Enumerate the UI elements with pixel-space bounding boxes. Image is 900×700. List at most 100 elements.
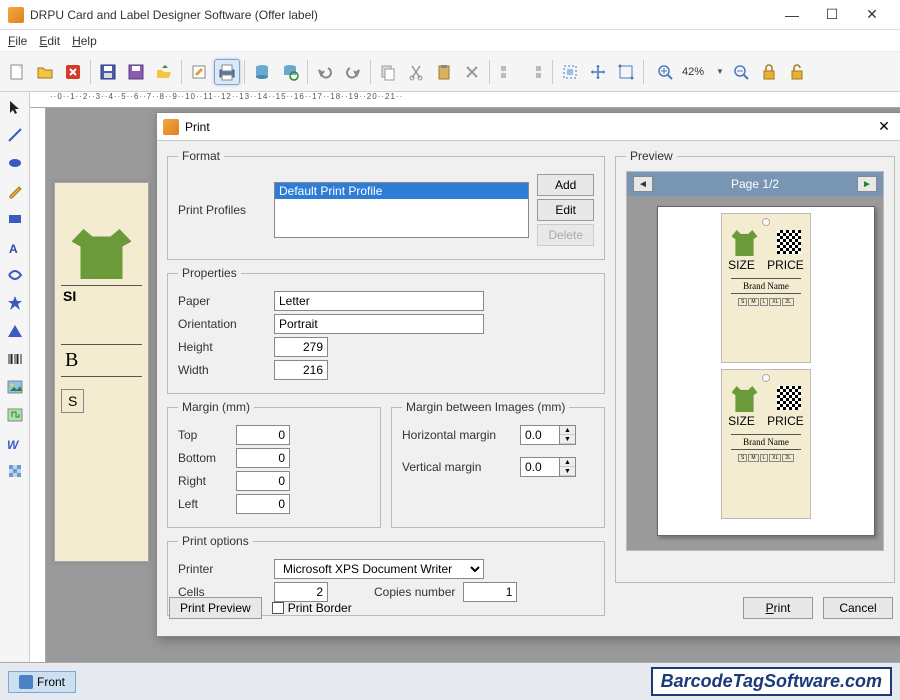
cancel-button[interactable]: Cancel <box>823 597 893 619</box>
menu-edit[interactable]: Edit <box>39 34 60 48</box>
margin-right-input[interactable] <box>236 471 290 491</box>
zoom-dropdown-icon[interactable]: ▼ <box>716 67 724 76</box>
margin-bottom-label: Bottom <box>178 451 228 465</box>
height-input[interactable] <box>274 337 328 357</box>
copies-input[interactable] <box>463 582 517 602</box>
minimize-button[interactable]: — <box>772 1 812 29</box>
open-icon[interactable] <box>32 59 58 85</box>
properties-legend: Properties <box>178 266 241 280</box>
orientation-input[interactable] <box>274 314 484 334</box>
next-page-button[interactable]: ► <box>857 176 877 192</box>
star-tool-icon[interactable] <box>4 292 26 314</box>
margin-left-input[interactable] <box>236 494 290 514</box>
dialog-close-button[interactable]: ✕ <box>869 118 899 135</box>
rectangle-tool-icon[interactable] <box>4 208 26 230</box>
width-input[interactable] <box>274 360 328 380</box>
front-tab[interactable]: Front <box>8 671 76 693</box>
app-icon <box>8 7 24 23</box>
barcode-tool-icon[interactable] <box>4 348 26 370</box>
new-icon[interactable] <box>4 59 30 85</box>
print-options-legend: Print options <box>178 534 253 548</box>
zoom-in-icon[interactable] <box>652 59 678 85</box>
pattern-tool-icon[interactable] <box>4 460 26 482</box>
printer-select[interactable]: Microsoft XPS Document Writer <box>274 559 484 579</box>
database-icon[interactable] <box>249 59 275 85</box>
wordart-tool-icon[interactable]: W <box>4 432 26 454</box>
shirt-graphic <box>72 229 132 279</box>
menu-file[interactable]: File <box>8 34 27 48</box>
select-all-icon[interactable] <box>557 59 583 85</box>
printer-label: Printer <box>178 562 266 576</box>
prev-page-button[interactable]: ◄ <box>633 176 653 192</box>
bottom-bar: Front BarcodeTagSoftware.com <box>0 662 900 700</box>
cut-icon[interactable] <box>403 59 429 85</box>
library-tool-icon[interactable] <box>4 404 26 426</box>
save-icon[interactable] <box>95 59 121 85</box>
print-button[interactable]: Print <box>743 597 813 619</box>
ellipse-tool-icon[interactable] <box>4 152 26 174</box>
edit-icon[interactable] <box>186 59 212 85</box>
pointer-tool-icon[interactable] <box>4 96 26 118</box>
paste-icon[interactable] <box>431 59 457 85</box>
window-title: DRPU Card and Label Designer Software (O… <box>30 8 772 22</box>
move-icon[interactable] <box>585 59 611 85</box>
triangle-tool-icon[interactable] <box>4 320 26 342</box>
format-legend: Format <box>178 149 224 163</box>
orientation-label: Orientation <box>178 317 266 331</box>
arc-tool-icon[interactable] <box>4 264 26 286</box>
preview-group: Preview ◄ Page 1/2 ► <box>615 149 895 583</box>
close-file-icon[interactable] <box>60 59 86 85</box>
lock-icon[interactable] <box>756 59 782 85</box>
brand-watermark: BarcodeTagSoftware.com <box>651 667 892 696</box>
redo-icon[interactable] <box>340 59 366 85</box>
print-preview-button[interactable]: Print Preview <box>169 597 262 619</box>
profiles-listbox[interactable]: Default Print Profile <box>274 182 529 238</box>
preview-tag: SIZEPRICE Brand Name SMLXL2L <box>721 369 811 519</box>
line-tool-icon[interactable] <box>4 124 26 146</box>
canvas-area[interactable]: ··0··1··2··3··4··5··6··7··8··9··10··11··… <box>30 92 900 662</box>
zoom-out-icon[interactable] <box>728 59 754 85</box>
delete-icon[interactable] <box>459 59 485 85</box>
pencil-tool-icon[interactable] <box>4 180 26 202</box>
edit-button[interactable]: Edit <box>537 199 594 221</box>
paper-label: Paper <box>178 294 266 308</box>
align-left-icon[interactable] <box>494 59 520 85</box>
hmargin-label: Horizontal margin <box>402 428 512 442</box>
card-text-brand: B <box>61 344 142 377</box>
side-toolbar: A W <box>0 92 30 662</box>
print-icon[interactable] <box>214 59 240 85</box>
preview-tag: SIZEPRICE Brand Name SMLXL2L <box>721 213 811 363</box>
align-right-icon[interactable] <box>522 59 548 85</box>
margin-top-label: Top <box>178 428 228 442</box>
preview-page: SIZEPRICE Brand Name SMLXL2L SIZEPRICE B… <box>657 206 875 536</box>
cells-input[interactable] <box>274 582 328 602</box>
page-indicator: Page 1/2 <box>731 177 779 191</box>
export-icon[interactable] <box>151 59 177 85</box>
tab-icon <box>19 675 33 689</box>
maximize-button[interactable]: ☐ <box>812 1 852 29</box>
delete-button: Delete <box>537 224 594 246</box>
saveas-icon[interactable] <box>123 59 149 85</box>
margin-top-input[interactable] <box>236 425 290 445</box>
paper-input[interactable] <box>274 291 484 311</box>
copy-icon[interactable] <box>375 59 401 85</box>
undo-icon[interactable] <box>312 59 338 85</box>
image-tool-icon[interactable] <box>4 376 26 398</box>
margin-bottom-input[interactable] <box>236 448 290 468</box>
database-refresh-icon[interactable] <box>277 59 303 85</box>
hmargin-spinner[interactable]: ▲▼ <box>520 425 576 445</box>
design-card[interactable]: SI B S <box>54 182 149 562</box>
add-button[interactable]: Add <box>537 174 594 196</box>
height-label: Height <box>178 340 266 354</box>
vmargin-spinner[interactable]: ▲▼ <box>520 457 576 477</box>
resize-icon[interactable] <box>613 59 639 85</box>
menu-help[interactable]: Help <box>72 34 97 48</box>
dialog-title: Print <box>185 120 869 134</box>
width-label: Width <box>178 363 266 377</box>
margin-between-group: Margin between Images (mm) Horizontal ma… <box>391 400 605 528</box>
unlock-icon[interactable] <box>784 59 810 85</box>
profile-item-selected[interactable]: Default Print Profile <box>275 183 528 199</box>
text-tool-icon[interactable]: A <box>4 236 26 258</box>
print-border-checkbox[interactable]: Print Border <box>272 601 352 615</box>
close-button[interactable]: ✕ <box>852 1 892 29</box>
